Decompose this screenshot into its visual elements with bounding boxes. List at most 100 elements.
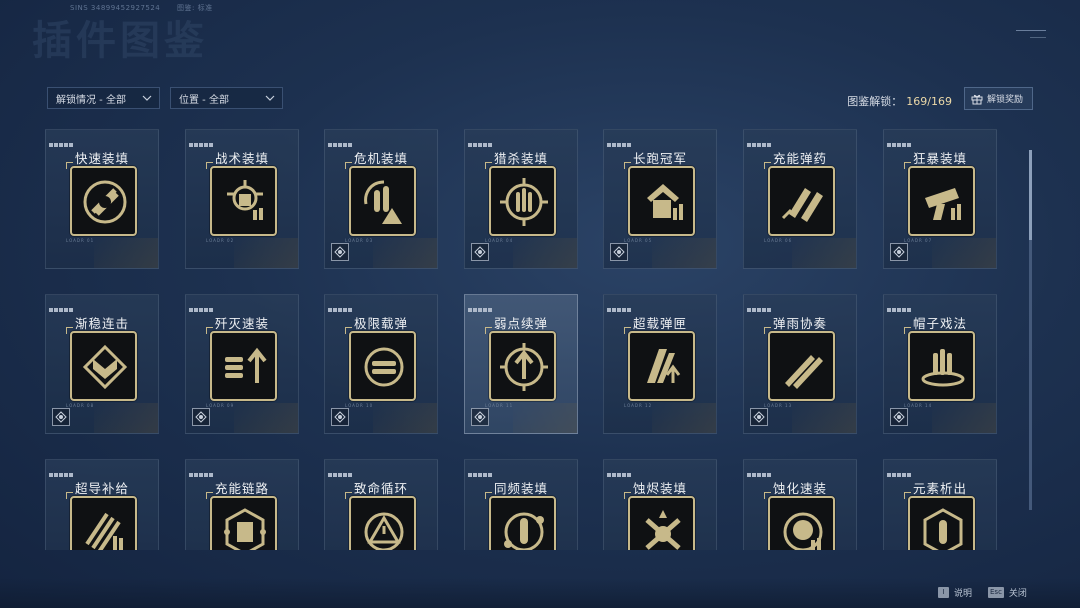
plugin-card[interactable]: 充能弹药 LOADR 06: [743, 129, 857, 269]
plugin-card[interactable]: 同频装填: [464, 459, 578, 550]
plugin-card[interactable]: 超载弹匣 LOADR 12: [603, 294, 717, 434]
plugin-icon-plate: [764, 327, 835, 401]
card-glow: [932, 238, 996, 268]
badge-icon: [334, 411, 346, 423]
card-tab-decoration: [747, 297, 779, 312]
card-tab-decoration: [747, 132, 779, 147]
page-title-ghost: 插件图鉴: [32, 18, 208, 64]
card-glow: [94, 238, 158, 268]
badge-icon: [474, 246, 486, 258]
card-tab-decoration: [468, 132, 500, 147]
plugin-name: 同频装填: [493, 481, 548, 496]
plugin-card[interactable]: 长跑冠军 LOADR 05: [603, 129, 717, 269]
card-glow: [513, 403, 577, 433]
equipped-badge: [890, 408, 908, 426]
plugin-card[interactable]: 蚀化速装: [743, 459, 857, 550]
card-tab-decoration: [607, 132, 639, 147]
card-tab-decoration: [328, 297, 360, 312]
plugin-card[interactable]: 弹雨协奏 LOADR 13: [743, 294, 857, 434]
fatal-loop-icon: [364, 512, 404, 550]
close-hint[interactable]: Esc 关闭: [988, 586, 1027, 599]
plugin-name: 歼灭速装: [214, 316, 269, 331]
plugin-icon-plate: [904, 327, 975, 401]
unlock-reward-label: 解锁奖励: [987, 95, 1024, 105]
badge-icon: [893, 246, 905, 258]
equipped-badge: [192, 408, 210, 426]
annihilate-reload-icon: [225, 347, 267, 383]
card-glow: [792, 403, 856, 433]
plugin-icon-plate: [206, 162, 277, 236]
card-glow: [652, 238, 716, 268]
plugin-card[interactable]: 弱点续弹 LOADR 11: [464, 294, 578, 434]
card-tab-decoration: [468, 462, 500, 477]
plugin-icon-plate: [904, 162, 975, 236]
corrode-reload-icon: [783, 512, 823, 550]
equipped-badge: [331, 243, 349, 261]
sins-id: SINS 34899452927524: [70, 4, 161, 12]
scrollbar[interactable]: [1029, 150, 1032, 510]
plugin-card[interactable]: 致命循环: [324, 459, 438, 550]
plugin-name: 渐稳连击: [74, 316, 129, 331]
card-tab-decoration: [49, 297, 81, 312]
card-code: LOADR 03: [345, 238, 374, 243]
plugin-card[interactable]: 渐稳连击 LOADR 08: [45, 294, 159, 434]
unlock-count-value: 169/169: [906, 95, 952, 108]
element-extract-icon: [923, 508, 963, 550]
close-label: 关闭: [1008, 589, 1027, 599]
card-glow: [652, 403, 716, 433]
plugin-name: 蚀烬装填: [632, 481, 687, 496]
badge-icon: [613, 246, 625, 258]
plugin-card[interactable]: 战术装填 LOADR 02: [185, 129, 299, 269]
card-tab-decoration: [328, 132, 360, 147]
help-label: 说明: [954, 589, 973, 599]
berserk-reload-icon: [925, 188, 961, 220]
plugin-card[interactable]: 超导补给: [45, 459, 159, 550]
plugin-name: 充能弹药: [772, 151, 827, 166]
card-glow: [373, 403, 437, 433]
plugin-icon-plate: [485, 162, 556, 236]
help-hint[interactable]: I 说明: [938, 586, 972, 599]
position-filter[interactable]: 位置 - 全部: [170, 87, 283, 109]
plugin-icon-plate: [485, 327, 556, 401]
plugin-card[interactable]: 狂暴装填 LOADR 07: [883, 129, 997, 269]
plugin-icon-plate: [206, 327, 277, 401]
plugin-card[interactable]: 快速装填 LOADR 01: [45, 129, 159, 269]
unlock-status-filter[interactable]: 解锁情况 - 全部: [47, 87, 160, 109]
plugin-name: 猎杀装填: [493, 151, 548, 166]
plugin-card[interactable]: 元素析出: [883, 459, 997, 550]
plugin-icon-plate: [66, 492, 137, 550]
corrode-ember-icon: [645, 510, 681, 550]
scrollbar-thumb[interactable]: [1029, 150, 1032, 240]
steady-combo-icon: [82, 344, 128, 390]
plugin-name: 狂暴装填: [912, 151, 967, 166]
card-code: LOADR 09: [206, 403, 235, 408]
plugin-card[interactable]: 歼灭速装 LOADR 09: [185, 294, 299, 434]
plugin-name: 超导补给: [74, 481, 129, 496]
card-tab-decoration: [189, 132, 221, 147]
unlock-reward-button[interactable]: 解锁奖励: [964, 87, 1033, 110]
sync-reload-icon: [504, 512, 544, 550]
plugin-icon-plate: [345, 162, 416, 236]
card-tab-decoration: [189, 462, 221, 477]
plugin-icon-plate: [764, 492, 835, 550]
card-tab-decoration: [607, 297, 639, 312]
card-glow: [932, 403, 996, 433]
plugin-card[interactable]: 充能链路: [185, 459, 299, 550]
plugin-card[interactable]: 危机装填 LOADR 03: [324, 129, 438, 269]
plugin-card[interactable]: 极限载弹 LOADR 10: [324, 294, 438, 434]
card-code: LOADR 10: [345, 403, 374, 408]
card-code: LOADR 02: [206, 238, 235, 243]
crisis-reload-icon: [364, 180, 402, 224]
max-ammo-icon: [364, 347, 404, 387]
equipped-badge: [471, 243, 489, 261]
plugin-card[interactable]: 蚀烬装填: [603, 459, 717, 550]
plugin-icon-plate: [624, 327, 695, 401]
hunt-reload-icon: [500, 178, 548, 226]
card-tab-decoration: [747, 462, 779, 477]
charged-ammo-icon: [781, 188, 823, 222]
top-decoration-2: [1030, 37, 1046, 38]
card-code: LOADR 13: [764, 403, 793, 408]
unlock-count: 图鉴解锁： 169/169: [847, 93, 952, 109]
plugin-card[interactable]: 猎杀装填 LOADR 04: [464, 129, 578, 269]
plugin-card[interactable]: 帽子戏法 LOADR 14: [883, 294, 997, 434]
